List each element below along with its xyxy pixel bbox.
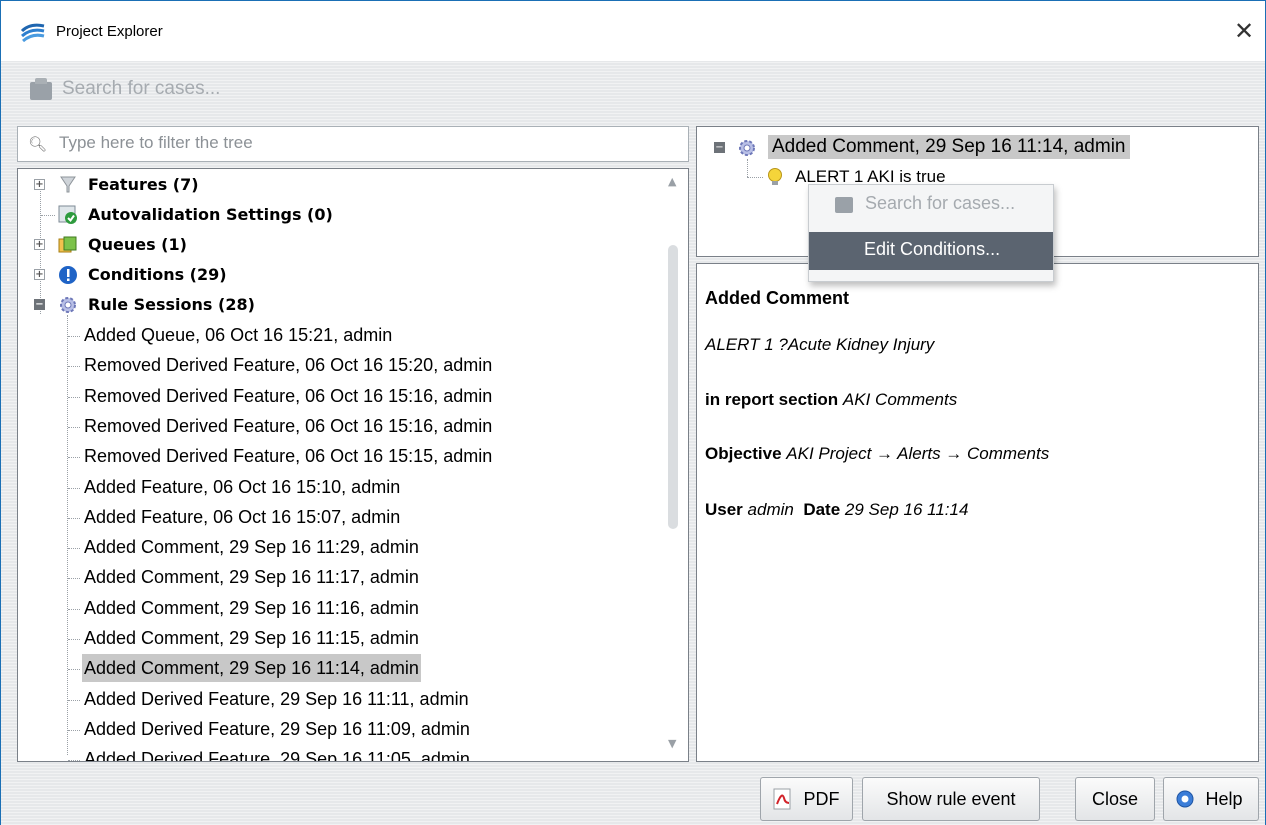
expand-icon[interactable]: + [34, 179, 45, 190]
bulb-icon [60, 176, 76, 193]
rule-event-root[interactable]: Added Comment, 29 Sep 16 11:14, admin [768, 135, 1130, 159]
app-logo-icon [20, 23, 45, 43]
tree-filter-placeholder: Type here to filter the tree [59, 133, 253, 152]
details-user-value: admin [747, 500, 794, 519]
session-label: Added Comment, 29 Sep 16 11:14, admin [82, 654, 421, 682]
rule-event-details: Added Comment ALERT 1 ?Acute Kidney Inju… [696, 263, 1259, 762]
queues-icon [58, 236, 77, 253]
case-search-icon [835, 197, 853, 213]
show-rule-event-button[interactable]: Show rule event [862, 777, 1040, 821]
window-title: Project Explorer [56, 23, 163, 40]
scroll-down-icon[interactable]: ▼ [668, 737, 676, 750]
close-window-icon[interactable]: ✕ [1230, 17, 1258, 45]
details-section-value: AKI Comments [842, 390, 958, 409]
details-comment: ALERT 1 ?Acute Kidney Injury [705, 335, 935, 354]
help-icon [1176, 790, 1194, 808]
scrollbar-thumb[interactable] [668, 245, 678, 529]
session-label: Added Derived Feature, 29 Sep 16 11:11, … [84, 689, 469, 709]
pdf-icon [773, 788, 791, 810]
tree-filter-input[interactable]: 🔍︎ Type here to filter the tree [17, 126, 689, 162]
close-button-label: Close [1091, 789, 1139, 809]
session-label: Added Comment, 29 Sep 16 11:17, admin [84, 567, 419, 587]
session-label: Removed Derived Feature, 06 Oct 16 15:15… [84, 446, 493, 466]
case-search[interactable]: Search for cases... [26, 76, 326, 104]
session-label: Added Queue, 06 Oct 16 15:21, admin [84, 325, 393, 345]
menu-item-label: Search for cases... [865, 193, 1016, 213]
context-menu: Search for cases... Edit Conditions... [808, 184, 1054, 282]
details-date-value: 29 Sep 16 11:14 [844, 500, 969, 519]
session-label: Added Comment, 29 Sep 16 11:29, admin [84, 537, 419, 557]
scroll-up-icon[interactable]: ▲ [668, 175, 676, 188]
case-search-placeholder: Search for cases... [62, 78, 221, 99]
details-user-label: User [705, 500, 743, 519]
session-label: Added Comment, 29 Sep 16 11:15, admin [84, 628, 419, 648]
search-icon: 🔍︎ [28, 135, 48, 153]
project-tree-content: + Features (7) Autovalidation Settings (… [18, 169, 658, 761]
details-date-label: Date [803, 500, 841, 519]
session-label: Added Comment, 29 Sep 16 11:16, admin [84, 598, 419, 618]
collapse-icon[interactable]: − [34, 299, 45, 310]
project-tree[interactable]: + Features (7) Autovalidation Settings (… [17, 168, 689, 762]
details-objective-value: AKI Project → Alerts → Comments [786, 444, 1050, 463]
session-label: Removed Derived Feature, 06 Oct 16 15:16… [84, 386, 493, 406]
pdf-button-label: PDF [803, 789, 840, 809]
gear-icon [739, 140, 755, 156]
session-label: Added Feature, 06 Oct 16 15:07, admin [84, 507, 401, 527]
expand-icon[interactable]: + [34, 239, 45, 250]
session-label: Added Feature, 06 Oct 16 15:10, admin [84, 477, 401, 497]
help-button-label: Help [1205, 789, 1243, 809]
tree-scrollbar[interactable]: ▲ ▼ [659, 169, 688, 761]
lightbulb-icon [768, 168, 782, 185]
menu-item-label: Edit Conditions... [864, 239, 1001, 259]
title-bar: Project Explorer ✕ [1, 1, 1265, 61]
pdf-button[interactable]: PDF [760, 777, 853, 821]
details-section-label: in report section [705, 390, 839, 409]
show-rule-event-label: Show rule event [886, 789, 1016, 809]
menu-item-edit-conditions[interactable]: Edit Conditions... [809, 232, 1053, 270]
gear-icon [60, 297, 76, 313]
details-objective-label: Objective [705, 444, 782, 463]
collapse-icon[interactable]: − [714, 142, 725, 153]
info-icon [59, 266, 77, 284]
autovalidation-icon [58, 205, 77, 224]
expand-icon[interactable]: + [34, 269, 45, 280]
menu-item-search-for-cases[interactable]: Search for cases... [809, 188, 1053, 224]
details-heading: Added Comment [705, 288, 849, 308]
session-label: Added Derived Feature, 29 Sep 16 11:05, … [84, 749, 470, 761]
help-button[interactable]: Help [1163, 777, 1259, 821]
close-button[interactable]: Close [1075, 777, 1155, 821]
project-explorer-window: Project Explorer ✕ Search for cases... 🔍… [0, 0, 1266, 825]
case-search-icon [30, 78, 52, 100]
session-label: Removed Derived Feature, 06 Oct 16 15:20… [84, 355, 493, 375]
session-label: Removed Derived Feature, 06 Oct 16 15:16… [84, 416, 493, 436]
session-label: Added Derived Feature, 29 Sep 16 11:09, … [84, 719, 470, 739]
